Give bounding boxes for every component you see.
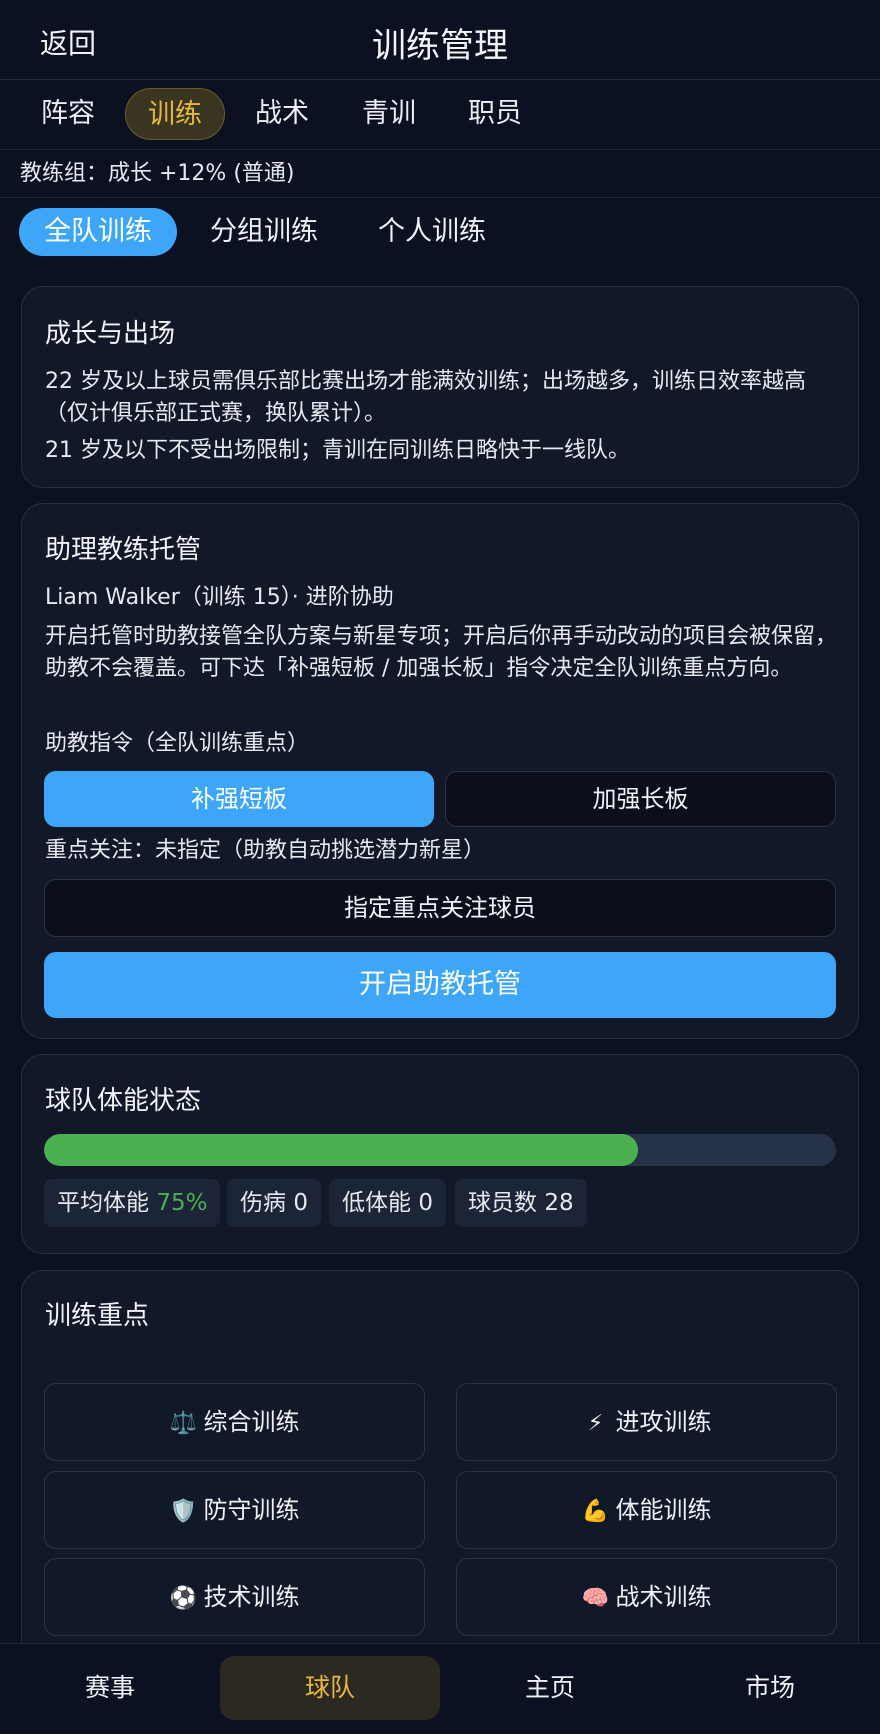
assign-focus-player-button[interactable]: 指定重点关注球员 bbox=[44, 879, 836, 937]
growth-card: 成长与出场 22 岁及以上球员需俱乐部比赛出场才能满效训练；出场越多，训练日效率… bbox=[21, 286, 859, 488]
assistant-coach-card: 助理教练托管 Liam Walker（训练 15）· 进阶协助 开启托管时助教接… bbox=[21, 503, 859, 1039]
coach-group-bonus: 教练组：成长 +12% (普通) bbox=[0, 150, 880, 198]
nav-matches[interactable]: 赛事 bbox=[0, 1656, 220, 1720]
injury-chip: 伤病 0 bbox=[227, 1179, 321, 1227]
focus-label: 防守训练 bbox=[203, 1496, 300, 1524]
directive-label: 助教指令（全队训练重点） bbox=[45, 731, 310, 756]
nav-market[interactable]: 市场 bbox=[660, 1656, 880, 1720]
assistant-card-title: 助理教练托管 bbox=[45, 535, 202, 565]
player-count-label: 球员数 bbox=[468, 1190, 537, 1216]
directive-boost-strength-button[interactable]: 加强长板 bbox=[445, 771, 836, 827]
injury-label: 伤病 bbox=[240, 1190, 286, 1216]
page-title: 训练管理 bbox=[372, 26, 508, 66]
focus-tactics-button[interactable]: 🧠 战术训练 bbox=[456, 1558, 837, 1636]
fitness-progress-bar bbox=[44, 1134, 836, 1166]
directive-fix-weakness-button[interactable]: 补强短板 bbox=[44, 771, 434, 827]
focus-label: 进攻训练 bbox=[615, 1408, 712, 1436]
low-fitness-value: 0 bbox=[418, 1190, 433, 1216]
subtab-group-training[interactable]: 分组训练 bbox=[194, 208, 334, 256]
tab-training[interactable]: 训练 bbox=[125, 88, 225, 140]
fitness-progress-fill bbox=[44, 1134, 638, 1166]
growth-rule-senior: 22 岁及以上球员需俱乐部比赛出场才能满效训练；出场越多，训练日效率越高（仅计俱… bbox=[45, 369, 806, 426]
subtab-team-training[interactable]: 全队训练 bbox=[19, 208, 177, 256]
tab-tactics[interactable]: 战术 bbox=[246, 88, 318, 140]
flexed-bicep-icon: 💪 bbox=[581, 1499, 610, 1524]
focus-player-status: 重点关注：未指定（助教自动挑选潜力新星） bbox=[45, 838, 486, 863]
soccer-ball-icon: ⚽ bbox=[169, 1586, 198, 1611]
tab-youth[interactable]: 青训 bbox=[353, 88, 425, 140]
focus-defense-button[interactable]: 🛡️ 防守训练 bbox=[44, 1471, 425, 1549]
avg-fitness-value: 75% bbox=[156, 1190, 208, 1216]
focus-general-button[interactable]: ⚖️ 综合训练 bbox=[44, 1383, 425, 1461]
player-count-value: 28 bbox=[544, 1190, 574, 1216]
shield-icon: 🛡️ bbox=[169, 1499, 198, 1524]
lightning-icon: ⚡ bbox=[587, 1411, 604, 1436]
avg-fitness-chip: 平均体能 75% bbox=[44, 1179, 221, 1227]
low-fitness-label: 低体能 bbox=[342, 1190, 411, 1216]
fitness-card-title: 球队体能状态 bbox=[45, 1086, 202, 1116]
low-fitness-chip: 低体能 0 bbox=[329, 1179, 446, 1227]
focus-card-title: 训练重点 bbox=[45, 1301, 150, 1331]
enable-assistant-button[interactable]: 开启助教托管 bbox=[44, 952, 836, 1018]
tab-lineup[interactable]: 阵容 bbox=[32, 88, 104, 140]
tab-staff[interactable]: 职员 bbox=[459, 88, 531, 140]
nav-home[interactable]: 主页 bbox=[440, 1656, 660, 1720]
assistant-coach-info: Liam Walker（训练 15）· 进阶协助 bbox=[45, 585, 394, 610]
focus-label: 战术训练 bbox=[615, 1583, 712, 1611]
focus-fitness-button[interactable]: 💪 体能训练 bbox=[456, 1471, 837, 1549]
focus-label: 技术训练 bbox=[203, 1583, 300, 1611]
nav-team[interactable]: 球队 bbox=[220, 1656, 440, 1720]
subtab-individual-training[interactable]: 个人训练 bbox=[362, 208, 502, 256]
team-fitness-card: 球队体能状态 平均体能 75% 伤病 0 低体能 0 球员数 28 bbox=[21, 1054, 859, 1254]
balance-scale-icon: ⚖️ bbox=[169, 1411, 198, 1436]
bottom-nav: 赛事 球队 主页 市场 bbox=[0, 1643, 880, 1734]
avg-fitness-label: 平均体能 bbox=[57, 1190, 149, 1216]
focus-label: 体能训练 bbox=[615, 1496, 712, 1524]
player-count-chip: 球员数 28 bbox=[455, 1179, 587, 1227]
main-tab-bar: 阵容 训练 战术 青训 职员 bbox=[0, 80, 880, 150]
focus-technique-button[interactable]: ⚽ 技术训练 bbox=[44, 1558, 425, 1636]
growth-rule-youth: 21 岁及以下不受出场限制；青训在同训练日略快于一线队。 bbox=[45, 438, 630, 463]
focus-label: 综合训练 bbox=[203, 1408, 300, 1436]
training-focus-card: 训练重点 ⚖️ 综合训练 ⚡ 进攻训练 🛡️ 防守训练 💪 体能训练 ⚽ 技术训练 🧠 战术… bbox=[21, 1270, 859, 1670]
brain-icon: 🧠 bbox=[581, 1586, 610, 1611]
focus-attack-button[interactable]: ⚡ 进攻训练 bbox=[456, 1383, 837, 1461]
growth-card-title: 成长与出场 bbox=[45, 319, 176, 349]
top-bar: 返回 训练管理 bbox=[0, 0, 880, 80]
assistant-description: 开启托管时助教接管全队方案与新星专项；开启后你再手动改动的项目会被保留，助教不会… bbox=[45, 624, 838, 681]
injury-value: 0 bbox=[293, 1190, 308, 1216]
